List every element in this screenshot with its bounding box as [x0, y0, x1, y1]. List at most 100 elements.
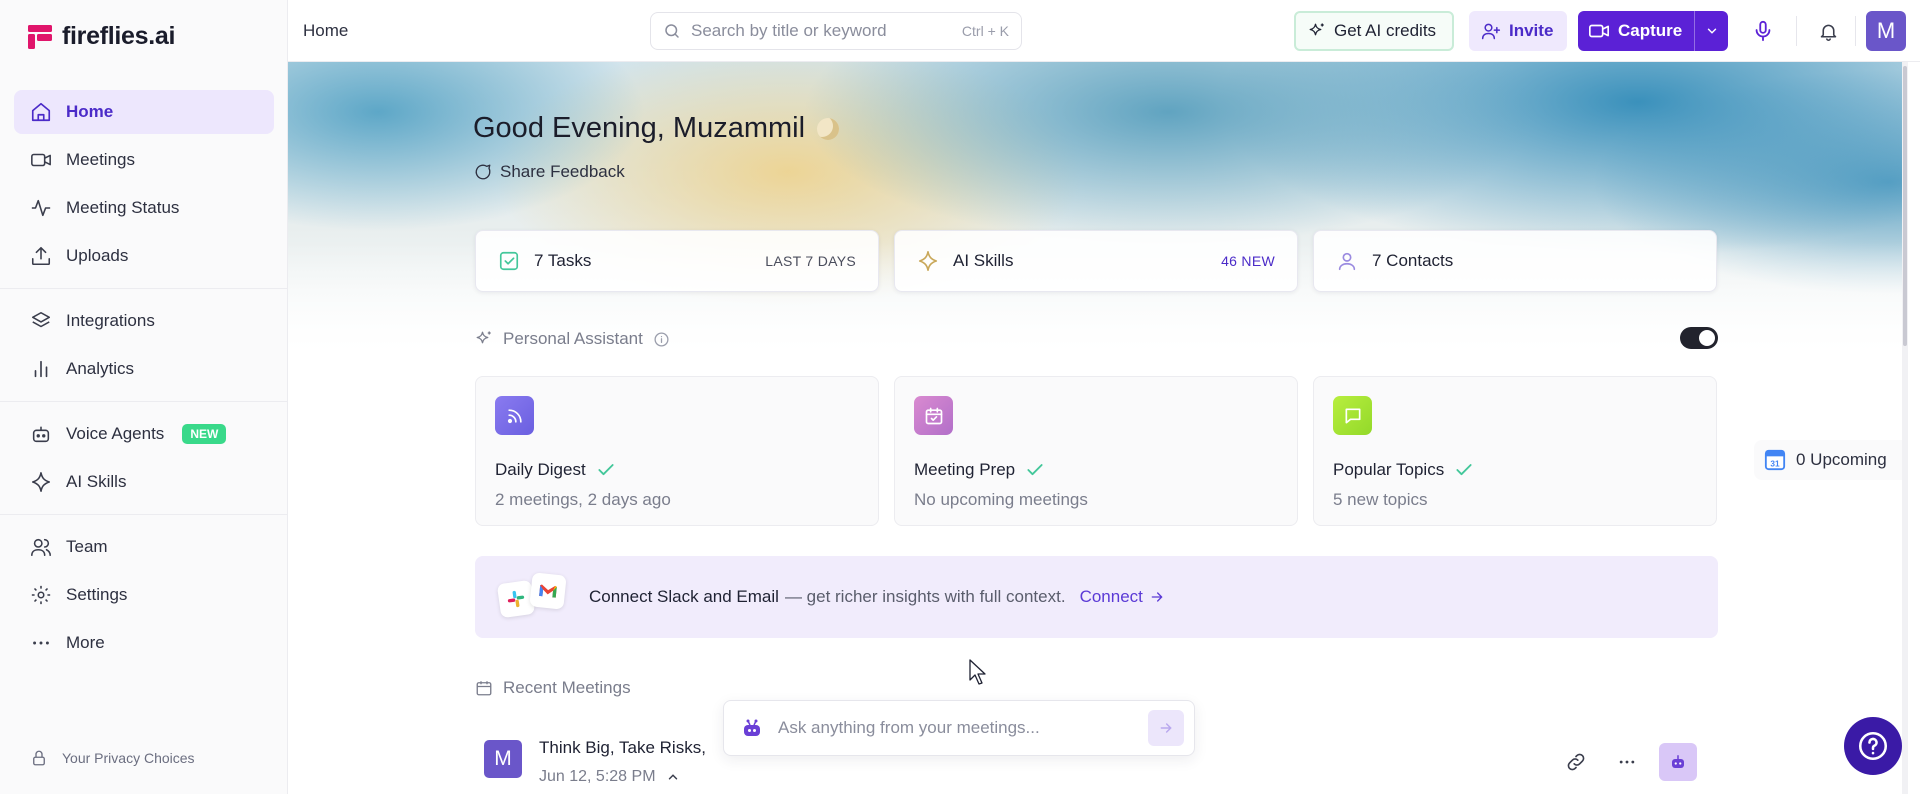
chat-icon — [1333, 396, 1372, 435]
app-logo[interactable]: fireflies.ai — [28, 22, 175, 51]
bot-icon — [744, 719, 760, 736]
calendar-check-icon — [914, 396, 953, 435]
upload-icon — [31, 246, 51, 266]
sidebar-item-uploads[interactable]: Uploads — [14, 234, 274, 278]
bot-icon — [32, 426, 50, 443]
sidebar-item-voice-agents[interactable]: Voice Agents NEW — [14, 412, 274, 456]
sidebar-item-label: Settings — [66, 585, 128, 604]
capture-button[interactable]: Capture — [1578, 11, 1728, 51]
personal-assistant-header: Personal Assistant — [475, 329, 670, 349]
get-ai-credits-button[interactable]: Get AI credits — [1294, 11, 1454, 51]
integration-logos — [496, 572, 567, 622]
user-plus-icon — [1481, 23, 1501, 40]
meeting-prep-title: Meeting Prep — [914, 460, 1016, 479]
ask-bot-button[interactable] — [1659, 743, 1697, 781]
popular-topics-card[interactable]: Popular Topics 5 new topics — [1313, 376, 1717, 526]
capture-dropdown-toggle[interactable] — [1694, 11, 1728, 51]
sparkle-icon — [31, 472, 51, 492]
capture-label: Capture — [1618, 21, 1683, 40]
help-button[interactable] — [1844, 717, 1902, 775]
more-dots-icon — [33, 641, 49, 645]
chevron-down-icon — [1707, 28, 1716, 34]
share-feedback-link[interactable]: Share Feedback — [474, 162, 625, 182]
link-icon — [1567, 753, 1585, 771]
sparkle-icon — [918, 251, 938, 271]
card-title: Popular Topics — [1333, 460, 1474, 480]
arrow-right-icon — [1160, 723, 1172, 733]
ask-meetings-input[interactable]: Ask anything from your meetings... — [723, 700, 1195, 756]
invite-button[interactable]: Invite — [1469, 11, 1567, 51]
rss-icon — [495, 396, 534, 435]
more-options-button[interactable] — [1611, 746, 1643, 778]
message-circle-icon — [475, 164, 491, 180]
main-content: Good Evening, Muzammil Share Feedback 7 … — [288, 62, 1908, 794]
sidebar-item-label: Team — [66, 537, 108, 556]
scrollbar[interactable] — [1902, 62, 1908, 794]
connect-link[interactable]: Connect — [1080, 587, 1165, 607]
sidebar-item-label: Voice Agents — [66, 424, 165, 443]
check-icon — [1027, 464, 1043, 476]
user-avatar[interactable]: M — [1866, 11, 1906, 51]
popular-topics-title: Popular Topics — [1333, 460, 1445, 479]
moon-icon — [817, 117, 840, 140]
gmail-icon — [529, 572, 567, 610]
personal-assistant-toggle[interactable] — [1680, 327, 1718, 349]
chevron-up-icon[interactable] — [666, 770, 680, 784]
popular-topics-subtitle: 5 new topics — [1333, 490, 1428, 509]
contacts-label: 7 Contacts — [1372, 251, 1454, 270]
sidebar-item-settings[interactable]: Settings — [14, 573, 274, 617]
personal-assistant-title: Personal Assistant — [503, 329, 643, 348]
gear-icon — [31, 585, 51, 605]
search-input[interactable]: Search by title or keyword Ctrl + K — [650, 12, 1022, 50]
sidebar-item-label: Meetings — [66, 150, 135, 169]
breadcrumb: Home — [303, 21, 349, 40]
video-icon — [31, 153, 51, 167]
sidebar-item-meeting-status[interactable]: Meeting Status — [14, 186, 274, 230]
send-button[interactable] — [1148, 710, 1184, 746]
ai-skills-card[interactable]: AI Skills 46 NEW — [894, 230, 1298, 292]
sidebar-item-integrations[interactable]: Integrations — [14, 299, 274, 343]
sidebar-item-team[interactable]: Team — [14, 525, 274, 569]
copy-link-button[interactable] — [1560, 746, 1592, 778]
sidebar-item-label: Integrations — [66, 311, 155, 330]
meeting-prep-card[interactable]: Meeting Prep No upcoming meetings — [894, 376, 1298, 526]
more-dots-icon — [1619, 760, 1635, 764]
top-bar: Home Search by title or keyword Ctrl + K… — [288, 0, 1920, 62]
privacy-choices-link[interactable]: Your Privacy Choices — [30, 749, 195, 767]
sidebar-item-analytics[interactable]: Analytics — [14, 347, 274, 391]
greeting-text: Good Evening, Muzammil — [473, 112, 806, 144]
scrollbar-thumb[interactable] — [1903, 66, 1907, 346]
sidebar-item-meetings[interactable]: Meetings — [14, 138, 274, 182]
upcoming-label: 0 Upcoming — [1796, 450, 1887, 469]
sidebar-item-more[interactable]: More — [14, 621, 274, 665]
recent-meetings-title: Recent Meetings — [503, 678, 631, 697]
meeting-date-text: Jun 12, 5:28 PM — [539, 768, 656, 785]
sidebar-item-label: Meeting Status — [66, 198, 180, 217]
connect-link-label: Connect — [1079, 587, 1143, 606]
contacts-card[interactable]: 7 Contacts — [1313, 230, 1717, 292]
sidebar-item-home[interactable]: Home — [14, 90, 274, 134]
meeting-title[interactable]: Think Big, Take Risks, — [539, 738, 706, 758]
tasks-card[interactable]: 7 Tasks LAST 7 DAYS — [475, 230, 879, 292]
credits-label: Get AI credits — [1334, 21, 1437, 40]
bot-icon — [1672, 755, 1684, 768]
ai-skills-meta: 46 NEW — [1221, 253, 1275, 269]
sparkles-icon — [1309, 23, 1324, 36]
user-icon — [1338, 252, 1356, 271]
info-icon[interactable] — [653, 331, 670, 348]
connect-description: — get richer insights with full context. — [784, 587, 1066, 606]
privacy-label: Your Privacy Choices — [62, 750, 195, 766]
connect-title: Connect Slack and Email — [589, 587, 779, 606]
notifications-button[interactable] — [1811, 14, 1845, 48]
checkbox-icon — [499, 251, 519, 271]
sidebar-item-label: Uploads — [66, 246, 129, 265]
microphone-button[interactable] — [1746, 14, 1780, 48]
nav-divider — [0, 288, 288, 289]
meeting-avatar: M — [484, 740, 522, 778]
svg-text:31: 31 — [1770, 459, 1780, 468]
sidebar-item-ai-skills[interactable]: AI Skills — [14, 460, 274, 504]
help-circle-icon — [1858, 731, 1888, 761]
upcoming-meetings-button[interactable]: 31 0 Upcoming — [1754, 440, 1908, 480]
video-camera-icon — [1589, 24, 1609, 38]
daily-digest-card[interactable]: Daily Digest 2 meetings, 2 days ago — [475, 376, 879, 526]
